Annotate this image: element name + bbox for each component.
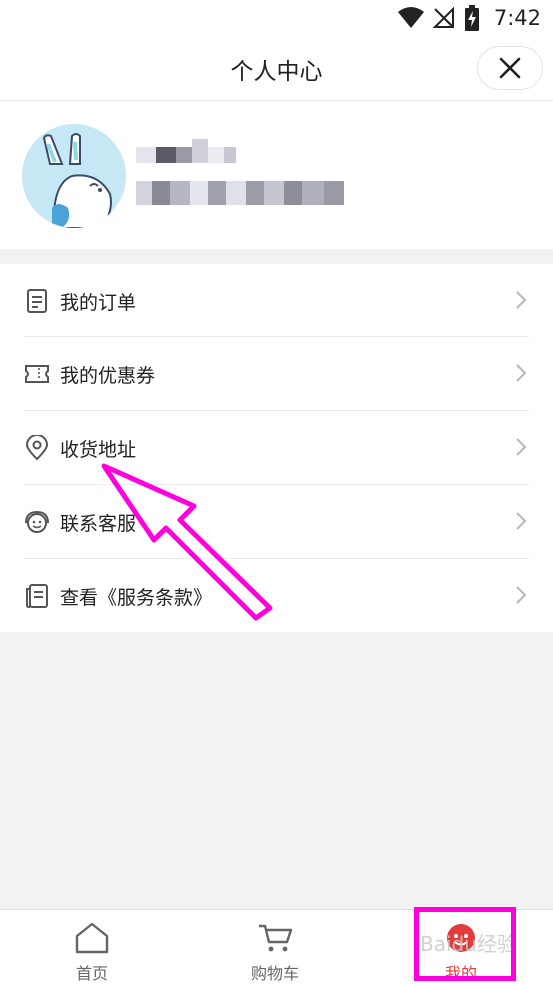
tab-cart[interactable]: 购物车 [215, 910, 335, 984]
user-id-blurred [136, 181, 348, 209]
status-icons: 7:42 [397, 4, 541, 32]
menu-item-address[interactable]: 收货地址 [0, 411, 553, 484]
username-blurred [136, 139, 246, 171]
no-signal-icon [432, 6, 454, 28]
menu-item-label: 我的订单 [60, 292, 137, 314]
chevron-right-icon [516, 438, 527, 456]
avatar[interactable] [22, 124, 126, 228]
menu-item-label: 联系客服 [60, 513, 137, 535]
coupon-ticket-icon [25, 365, 49, 383]
status-bar: 7:42 [0, 0, 553, 36]
menu-item-label: 我的优惠券 [60, 365, 156, 387]
annotation-highlight-box [414, 907, 516, 981]
menu-item-coupons[interactable]: 我的优惠券 [0, 337, 553, 410]
tab-label: 首页 [75, 964, 108, 983]
profile-card[interactable] [0, 101, 553, 249]
chevron-right-icon [516, 291, 527, 309]
terms-document-icon [26, 584, 48, 608]
tab-home[interactable]: 首页 [32, 910, 152, 984]
menu-item-label: 查看《服务条款》 [60, 587, 213, 609]
header: 个人中心 [0, 36, 553, 101]
chevron-right-icon [516, 586, 527, 604]
wifi-icon [397, 7, 424, 28]
page-title: 个人中心 [230, 59, 323, 85]
home-icon [75, 922, 109, 954]
menu-item-label: 收货地址 [60, 439, 137, 461]
close-icon [499, 57, 521, 79]
cart-icon [259, 924, 293, 952]
order-list-icon [27, 289, 47, 313]
status-time: 7:42 [493, 6, 541, 30]
chevron-right-icon [516, 364, 527, 382]
close-button[interactable] [477, 46, 543, 90]
menu-item-terms[interactable]: 查看《服务条款》 [0, 559, 553, 632]
menu-item-customer-service[interactable]: 联系客服 [0, 485, 553, 558]
customer-service-icon [25, 510, 49, 533]
battery-charging-icon [464, 5, 479, 31]
menu-item-orders[interactable]: 我的订单 [0, 264, 553, 337]
location-pin-icon [25, 435, 49, 461]
tab-label: 购物车 [250, 964, 299, 983]
bunny-avatar-icon [22, 124, 126, 228]
chevron-right-icon [516, 512, 527, 530]
menu-list: 我的订单 我的优惠券 收货地址 联系客服 查看《服务条款》 [0, 264, 553, 632]
